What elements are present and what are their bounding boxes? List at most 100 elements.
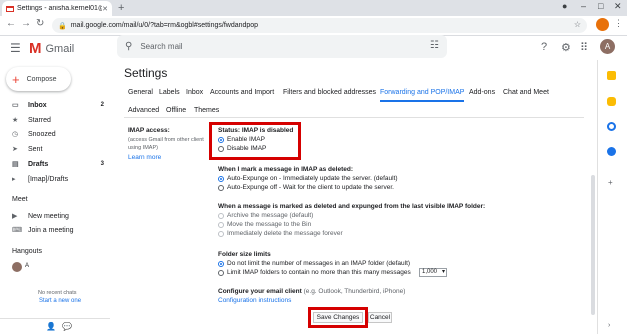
tab-labels[interactable]: Labels bbox=[159, 89, 180, 96]
compose-button[interactable]: + Compose bbox=[6, 67, 71, 91]
enable-imap-radio[interactable] bbox=[218, 137, 224, 143]
nav-label: [Imap]/Drafts bbox=[28, 175, 69, 183]
main-menu-icon[interactable]: ☰ bbox=[10, 41, 21, 55]
start-new-chat-link[interactable]: Start a new one bbox=[39, 298, 81, 304]
hangouts-icon[interactable]: 💬 bbox=[62, 322, 72, 331]
keyboard-icon: ⌨ bbox=[12, 227, 23, 234]
account-avatar[interactable]: A bbox=[600, 39, 615, 54]
tab-themes[interactable]: Themes bbox=[194, 107, 219, 114]
no-limit-radio[interactable] bbox=[218, 261, 224, 267]
limit-label[interactable]: Limit IMAP folders to contain no more th… bbox=[227, 269, 411, 276]
tab-offline[interactable]: Offline bbox=[166, 107, 186, 114]
tab-chat-meet[interactable]: Chat and Meet bbox=[503, 89, 549, 96]
lock-icon: 🔒 bbox=[58, 22, 67, 30]
hangouts-avatar[interactable] bbox=[12, 262, 22, 272]
nav-count: 2 bbox=[100, 102, 104, 108]
nav-label: Snoozed bbox=[28, 130, 56, 138]
close-window-icon[interactable]: ✕ bbox=[614, 1, 622, 12]
send-icon: ➤ bbox=[12, 146, 18, 153]
nav-item-sent[interactable]: ➤ Sent bbox=[0, 143, 110, 155]
archive-label[interactable]: Archive the message (default) bbox=[227, 212, 313, 219]
nav-item-join-meeting[interactable]: ⌨ Join a meeting bbox=[0, 224, 110, 236]
nav-label: New meeting bbox=[28, 212, 69, 220]
move-bin-radio[interactable] bbox=[218, 222, 224, 228]
browser-menu-icon[interactable]: ⋮ bbox=[614, 18, 623, 29]
learn-more-link[interactable]: Learn more bbox=[128, 154, 161, 161]
configuration-instructions-link[interactable]: Configuration instructions bbox=[218, 297, 291, 304]
maximize-icon[interactable]: □ bbox=[598, 1, 603, 11]
nav-item-inbox[interactable]: ▭ Inbox 2 bbox=[0, 99, 110, 111]
page-title: Settings bbox=[124, 66, 168, 80]
browser-profile-icon[interactable] bbox=[596, 18, 609, 31]
delete-forever-radio[interactable] bbox=[218, 231, 224, 237]
nav-item-new-meeting[interactable]: ▶ New meeting bbox=[0, 210, 110, 222]
tasks-icon[interactable] bbox=[607, 122, 616, 131]
archive-radio[interactable] bbox=[218, 213, 224, 219]
autoexpunge-off-radio[interactable] bbox=[218, 185, 224, 191]
apps-grid-icon[interactable]: ⠿ bbox=[580, 41, 588, 54]
gmail-favicon-icon bbox=[6, 5, 14, 12]
delete-forever-label[interactable]: Immediately delete the message forever bbox=[227, 230, 343, 237]
get-addons-icon[interactable]: + bbox=[608, 178, 613, 187]
search-icon[interactable]: ⚲ bbox=[125, 41, 132, 52]
bookmark-star-icon[interactable]: ☆ bbox=[574, 20, 581, 29]
tab-inbox[interactable]: Inbox bbox=[186, 89, 203, 96]
person-icon[interactable]: 👤 bbox=[46, 322, 56, 331]
keep-icon[interactable] bbox=[607, 97, 616, 106]
no-limit-label[interactable]: Do not limit the number of messages in a… bbox=[227, 260, 410, 267]
autoexpunge-on-label[interactable]: Auto-Expunge on - Immediately update the… bbox=[227, 175, 398, 182]
nav-item-imap-drafts[interactable]: ▸ [Imap]/Drafts bbox=[0, 173, 110, 185]
search-input[interactable]: ⚲ Search mail ☷ bbox=[117, 35, 447, 58]
tab-forwarding-pop-imap[interactable]: Forwarding and POP/IMAP bbox=[380, 89, 465, 102]
cancel-button[interactable]: Cancel bbox=[368, 312, 392, 323]
save-changes-button[interactable]: Save Changes bbox=[313, 312, 363, 323]
nav-item-snoozed[interactable]: ◷ Snoozed bbox=[0, 128, 110, 140]
autoexpunge-on-radio[interactable] bbox=[218, 176, 224, 182]
search-options-icon[interactable]: ☷ bbox=[430, 40, 439, 51]
hangouts-user: A bbox=[25, 263, 30, 269]
folder-size-header: Folder size limits bbox=[218, 251, 271, 258]
move-bin-label[interactable]: Move the message to the Bin bbox=[227, 221, 311, 228]
minimize-icon[interactable]: – bbox=[581, 1, 586, 11]
autoexpunge-off-label[interactable]: Auto-Expunge off - Wait for the client t… bbox=[227, 184, 394, 191]
expand-panel-icon[interactable]: › bbox=[608, 322, 610, 329]
calendar-icon[interactable] bbox=[607, 71, 616, 80]
scrollbar[interactable] bbox=[591, 175, 595, 315]
tab-filters[interactable]: Filters and blocked addresses bbox=[283, 89, 376, 96]
nav-item-drafts[interactable]: ▤ Drafts 3 bbox=[0, 158, 110, 170]
gmail-logo[interactable]: M Gmail bbox=[29, 40, 74, 57]
nav-label: Drafts bbox=[28, 160, 49, 168]
tab-advanced[interactable]: Advanced bbox=[128, 107, 159, 114]
tab-accounts-import[interactable]: Accounts and Import bbox=[210, 89, 274, 96]
tab-add-ons[interactable]: Add-ons bbox=[469, 89, 495, 96]
imap-access-desc-2: using IMAP) bbox=[128, 145, 158, 151]
compose-label: Compose bbox=[26, 75, 57, 83]
settings-gear-icon[interactable]: ⚙ bbox=[561, 41, 571, 54]
reload-icon[interactable]: ↻ bbox=[36, 18, 44, 29]
chat-bottom-bar: 👤 💬 bbox=[0, 318, 110, 334]
back-icon[interactable]: ← bbox=[6, 18, 16, 29]
limit-radio[interactable] bbox=[218, 270, 224, 276]
contacts-icon[interactable] bbox=[607, 147, 616, 156]
disable-imap-radio[interactable] bbox=[218, 146, 224, 152]
browser-tab[interactable]: Settings - anisha.kernel01@gma... ✕ bbox=[2, 1, 112, 16]
deleted-header: When I mark a message in IMAP as deleted… bbox=[218, 166, 353, 173]
expunged-header: When a message is marked as deleted and … bbox=[218, 203, 486, 210]
tab-general[interactable]: General bbox=[128, 89, 153, 96]
close-tab-icon[interactable]: ✕ bbox=[102, 5, 108, 13]
video-icon: ▶ bbox=[12, 213, 18, 220]
limit-select[interactable]: 1,000 bbox=[419, 268, 447, 277]
disable-imap-label[interactable]: Disable IMAP bbox=[227, 145, 266, 152]
enable-imap-label[interactable]: Enable IMAP bbox=[227, 136, 265, 143]
nav-label: Join a meeting bbox=[28, 226, 74, 234]
new-tab-icon[interactable]: + bbox=[118, 2, 124, 14]
media-icon[interactable]: ● bbox=[562, 1, 567, 11]
label-icon: ▸ bbox=[12, 176, 16, 183]
nav-count: 3 bbox=[100, 161, 104, 167]
tab-title: Settings - anisha.kernel01@gma... bbox=[17, 5, 102, 12]
help-icon[interactable]: ? bbox=[541, 41, 547, 53]
forward-icon[interactable]: → bbox=[21, 18, 31, 29]
gmail-wordmark: Gmail bbox=[45, 42, 75, 55]
nav-item-starred[interactable]: ★ Starred bbox=[0, 114, 110, 126]
url-field[interactable]: 🔒 mail.google.com/mail/u/0/?tab=rm&ogbl#… bbox=[52, 18, 587, 33]
